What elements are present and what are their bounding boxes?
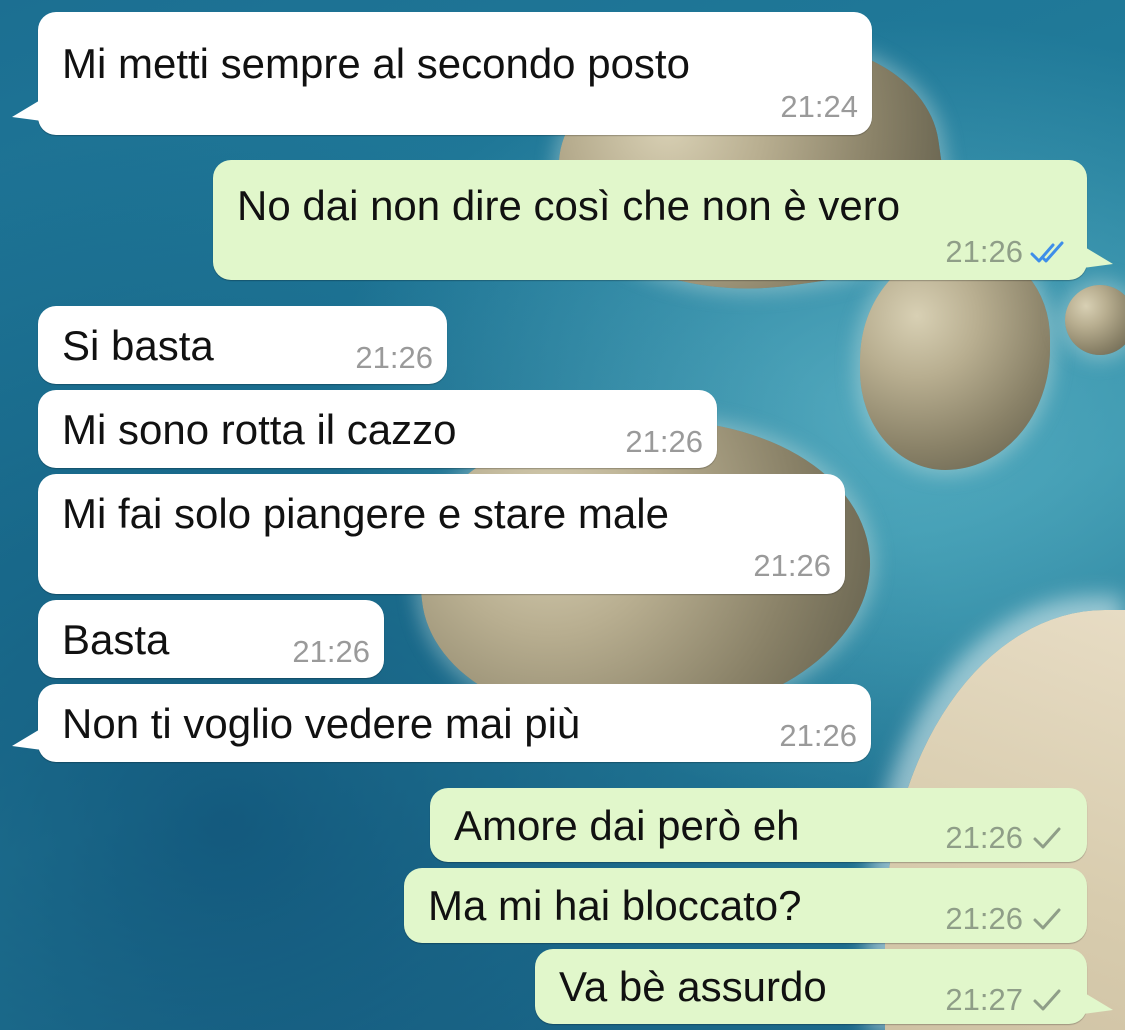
message-text: Mi sono rotta il cazzo <box>62 406 457 453</box>
message-incoming[interactable]: Mi fai solo piangere e stare male 21:26 <box>38 474 845 594</box>
message-text: No dai non dire così che non è vero <box>237 182 901 229</box>
message-text: Ma mi hai bloccato? <box>428 882 802 929</box>
message-outgoing[interactable]: Va bè assurdo 21:27 <box>535 949 1113 1024</box>
message-timestamp: 21:26 <box>945 820 1023 855</box>
message-incoming[interactable]: Basta 21:26 <box>38 600 384 678</box>
message-outgoing[interactable]: Amore dai però eh 21:26 <box>430 788 1087 862</box>
message-timestamp: 21:26 <box>625 424 703 459</box>
message-timestamp: 21:26 <box>355 340 433 375</box>
message-text: Non ti voglio vedere mai più <box>62 700 581 747</box>
bubble-tail <box>12 99 42 121</box>
message-text: Si basta <box>62 322 214 369</box>
bubble-tail <box>12 728 42 750</box>
message-text: Basta <box>62 616 170 663</box>
bubble-tail <box>1083 246 1113 268</box>
message-timestamp: 21:26 <box>945 901 1023 936</box>
message-meta: 21:26 <box>945 820 1073 856</box>
message-timestamp: 21:26 <box>945 234 1023 269</box>
message-incoming[interactable]: Mi metti sempre al secondo posto 21:24 <box>12 12 872 135</box>
message-text: Va bè assurdo <box>559 963 827 1010</box>
sent-check-icon <box>1033 908 1061 930</box>
message-text: Mi fai solo piangere e stare male <box>62 490 669 537</box>
message-text: Amore dai però eh <box>454 802 800 849</box>
message-outgoing[interactable]: Ma mi hai bloccato? 21:26 <box>404 868 1087 943</box>
message-outgoing[interactable]: No dai non dire così che non è vero 21:2… <box>213 160 1113 280</box>
message-meta: 21:27 <box>945 982 1073 1018</box>
read-double-check-icon <box>1030 241 1064 263</box>
message-incoming[interactable]: Si basta 21:26 <box>38 306 447 384</box>
sent-check-icon <box>1033 989 1061 1011</box>
bubble-tail <box>1083 992 1113 1014</box>
message-timestamp: 21:26 <box>753 548 831 583</box>
message-incoming[interactable]: Mi sono rotta il cazzo 21:26 <box>38 390 717 468</box>
message-timestamp: 21:26 <box>292 634 370 669</box>
message-timestamp: 21:24 <box>780 89 858 124</box>
message-timestamp: 21:26 <box>779 718 857 753</box>
sent-check-icon <box>1033 827 1061 849</box>
message-text: Mi metti sempre al secondo posto <box>62 40 690 87</box>
message-meta: 21:26 <box>945 901 1073 937</box>
message-incoming[interactable]: Non ti voglio vedere mai più 21:26 <box>12 684 871 762</box>
message-timestamp: 21:27 <box>945 982 1023 1017</box>
message-meta: 21:26 <box>945 234 1073 270</box>
